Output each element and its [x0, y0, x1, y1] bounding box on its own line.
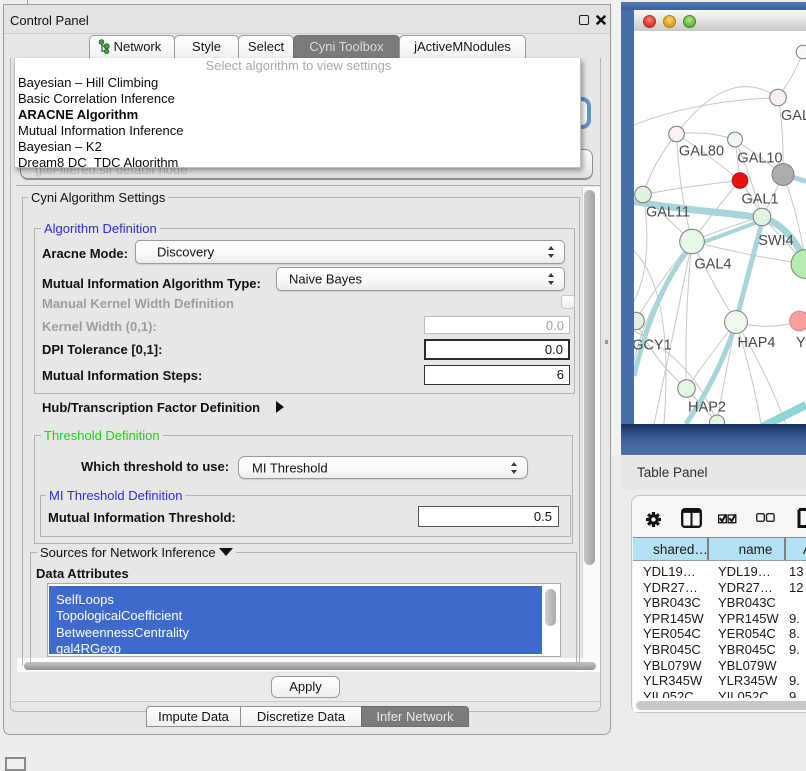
svg-text:HAP2: HAP2 [688, 400, 726, 416]
svg-text:GAL11: GAL11 [646, 205, 690, 221]
svg-text:GAL7: GAL7 [781, 108, 806, 124]
svg-text:GCY1: GCY1 [634, 338, 672, 354]
svg-text:YM: YM [796, 335, 806, 351]
svg-text:GAL10: GAL10 [737, 151, 782, 167]
svg-text:HAP4: HAP4 [738, 335, 776, 351]
svg-text:GAL80: GAL80 [679, 144, 724, 160]
svg-text:GAL4: GAL4 [694, 257, 731, 273]
svg-text:SWI4: SWI4 [758, 233, 793, 249]
svg-text:GAL1: GAL1 [741, 192, 778, 208]
